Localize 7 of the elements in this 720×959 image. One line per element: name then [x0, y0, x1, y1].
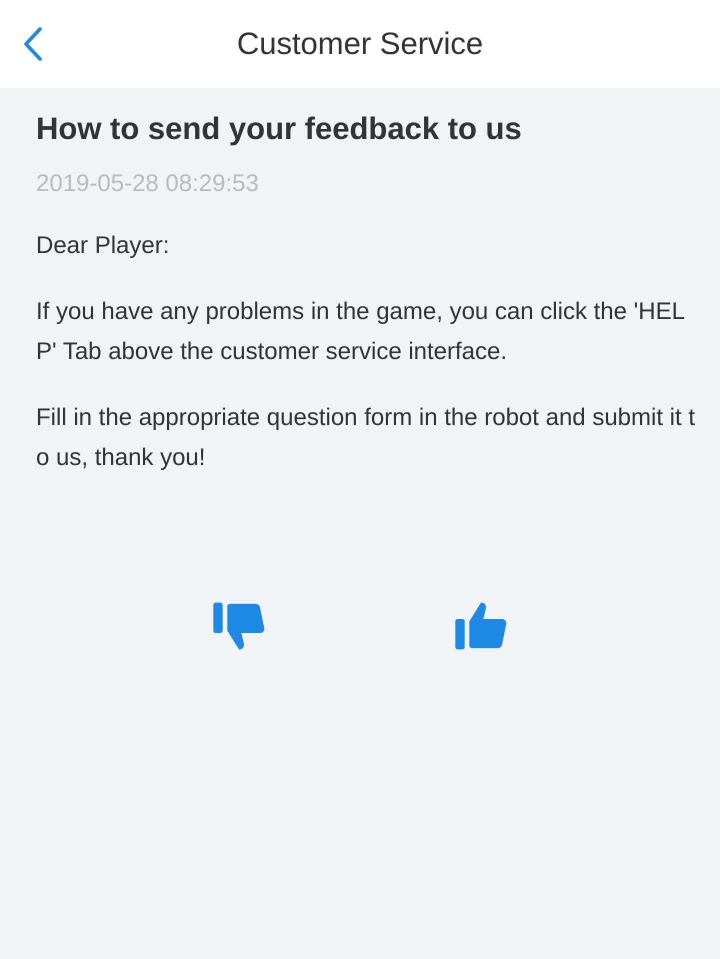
page-title: Customer Service: [236, 26, 484, 62]
article-title: How to send your feedback to us: [36, 110, 523, 148]
article-paragraph: Fill in the appropriate question form in the robot and submit it to us, thank you!: [36, 403, 696, 473]
article-paragraph: Dear Player:: [36, 231, 170, 261]
back-icon[interactable]: [22, 26, 44, 62]
article-date: 2019-05-28 08:29:53: [36, 169, 260, 199]
article-paragraph: If you have any problems in the game, you can click the 'HELP' Tab above the customer service interface.: [36, 297, 686, 367]
